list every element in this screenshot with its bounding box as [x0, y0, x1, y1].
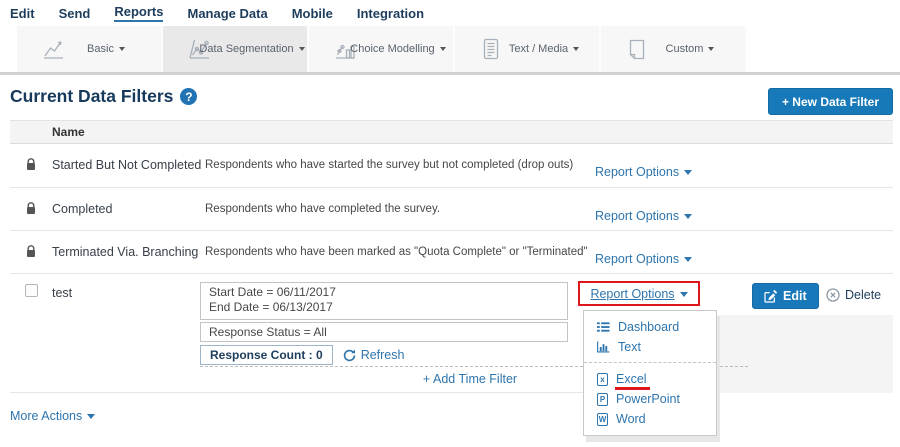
edit-pencil-icon	[764, 290, 777, 303]
start-date-value: Start Date = 06/11/2017	[209, 285, 559, 300]
report-options-link[interactable]: Report Options	[590, 287, 687, 301]
report-type-tabbar: Basic Data Segmentation Choice Modelling…	[0, 26, 900, 75]
caret-down-icon	[573, 47, 579, 51]
caret-down-icon	[119, 47, 125, 51]
response-count-badge: Response Count : 0	[200, 345, 333, 365]
nav-reports[interactable]: Reports	[114, 4, 163, 22]
table-header: Name	[10, 120, 893, 144]
filter-name: Completed	[52, 188, 205, 230]
new-data-filter-button[interactable]: + New Data Filter	[768, 88, 893, 115]
lock-icon	[26, 245, 36, 258]
name-column-header: Name	[52, 125, 85, 139]
table-row: Completed Respondents who have completed…	[10, 188, 893, 231]
nav-send[interactable]: Send	[59, 6, 91, 21]
caret-down-icon	[440, 47, 446, 51]
add-time-filter-link[interactable]: + Add Time Filter	[423, 372, 517, 386]
table-row: Started But Not Completed Respondents wh…	[10, 144, 893, 188]
menu-item-word[interactable]: W Word	[584, 409, 716, 429]
filter-description: Respondents who have been marked as "Quo…	[205, 231, 595, 273]
filter-name: Terminated Via. Branching	[52, 231, 205, 273]
bar-chart-icon	[597, 341, 610, 353]
caret-down-icon	[684, 170, 692, 175]
report-options-link[interactable]: Report Options	[595, 209, 692, 223]
powerpoint-file-icon: P	[597, 393, 608, 406]
caret-down-icon	[87, 414, 95, 419]
annotation-highlight-box: Report Options	[578, 281, 700, 306]
data-filters-table: Name Started But Not Completed Responden…	[10, 120, 893, 393]
filter-name: Started But Not Completed	[52, 144, 205, 187]
tab-label: Data Segmentation	[199, 43, 293, 55]
top-nav: Edit Send Reports Manage Data Mobile Int…	[0, 0, 424, 26]
filter-description: Respondents who have completed the surve…	[205, 188, 595, 230]
nav-edit[interactable]: Edit	[10, 6, 35, 21]
tab-label: Basic	[87, 43, 114, 55]
caret-down-icon	[299, 47, 305, 51]
tab-custom[interactable]: Custom	[601, 26, 747, 72]
tab-data-segmentation[interactable]: Data Segmentation	[163, 26, 309, 72]
nav-manage-data[interactable]: Manage Data	[187, 6, 267, 21]
nav-integration[interactable]: Integration	[357, 6, 424, 21]
nav-mobile[interactable]: Mobile	[292, 6, 333, 21]
caret-down-icon	[684, 257, 692, 262]
tab-label: Custom	[666, 43, 704, 55]
menu-divider	[584, 362, 716, 363]
menu-item-dashboard[interactable]: Dashboard	[584, 317, 716, 337]
more-actions-link[interactable]: More Actions	[10, 409, 95, 423]
report-options-link[interactable]: Report Options	[595, 252, 692, 266]
menu-item-excel[interactable]: x Excel	[584, 369, 716, 389]
response-status-box: Response Status = All	[200, 322, 568, 342]
help-icon[interactable]: ?	[180, 88, 197, 105]
delete-link[interactable]: Delete	[826, 288, 881, 302]
caret-down-icon	[684, 214, 692, 219]
report-options-link[interactable]: Report Options	[595, 165, 692, 179]
annotation-underline	[615, 387, 650, 390]
filter-description: Respondents who have started the survey …	[205, 144, 595, 187]
caret-down-icon	[680, 292, 688, 297]
page-title: Current Data Filters	[10, 86, 173, 107]
lock-icon	[26, 202, 36, 215]
edit-button[interactable]: Edit	[752, 283, 819, 309]
caret-down-icon	[708, 47, 714, 51]
dashboard-icon	[597, 321, 610, 333]
tab-text-media[interactable]: Text / Media	[455, 26, 601, 72]
tab-label: Text / Media	[509, 43, 568, 55]
filter-name: test	[52, 286, 72, 300]
menu-item-text[interactable]: Text	[584, 337, 716, 357]
tab-choice-modelling[interactable]: Choice Modelling	[309, 26, 455, 72]
row-checkbox[interactable]	[25, 284, 38, 297]
dropdown-backdrop	[718, 315, 893, 393]
report-options-dropdown: Dashboard Text x Excel P PowerPoint W Wo…	[583, 310, 717, 436]
tab-basic[interactable]: Basic	[17, 26, 163, 72]
app-screen: Edit Send Reports Manage Data Mobile Int…	[0, 0, 900, 447]
tab-label: Choice Modelling	[350, 43, 434, 55]
end-date-value: End Date = 06/13/2017	[209, 300, 559, 315]
delete-circle-icon	[826, 288, 840, 302]
table-row: Terminated Via. Branching Respondents wh…	[10, 231, 893, 274]
date-filter-box: Start Date = 06/11/2017 End Date = 06/13…	[200, 282, 568, 320]
lock-icon	[26, 158, 36, 171]
table-row-expanded: test Start Date = 06/11/2017 End Date = …	[10, 274, 893, 393]
excel-file-icon: x	[597, 373, 608, 386]
refresh-icon	[343, 349, 356, 362]
refresh-link[interactable]: Refresh	[343, 348, 405, 362]
menu-item-powerpoint[interactable]: P PowerPoint	[584, 389, 716, 409]
word-file-icon: W	[597, 413, 608, 426]
